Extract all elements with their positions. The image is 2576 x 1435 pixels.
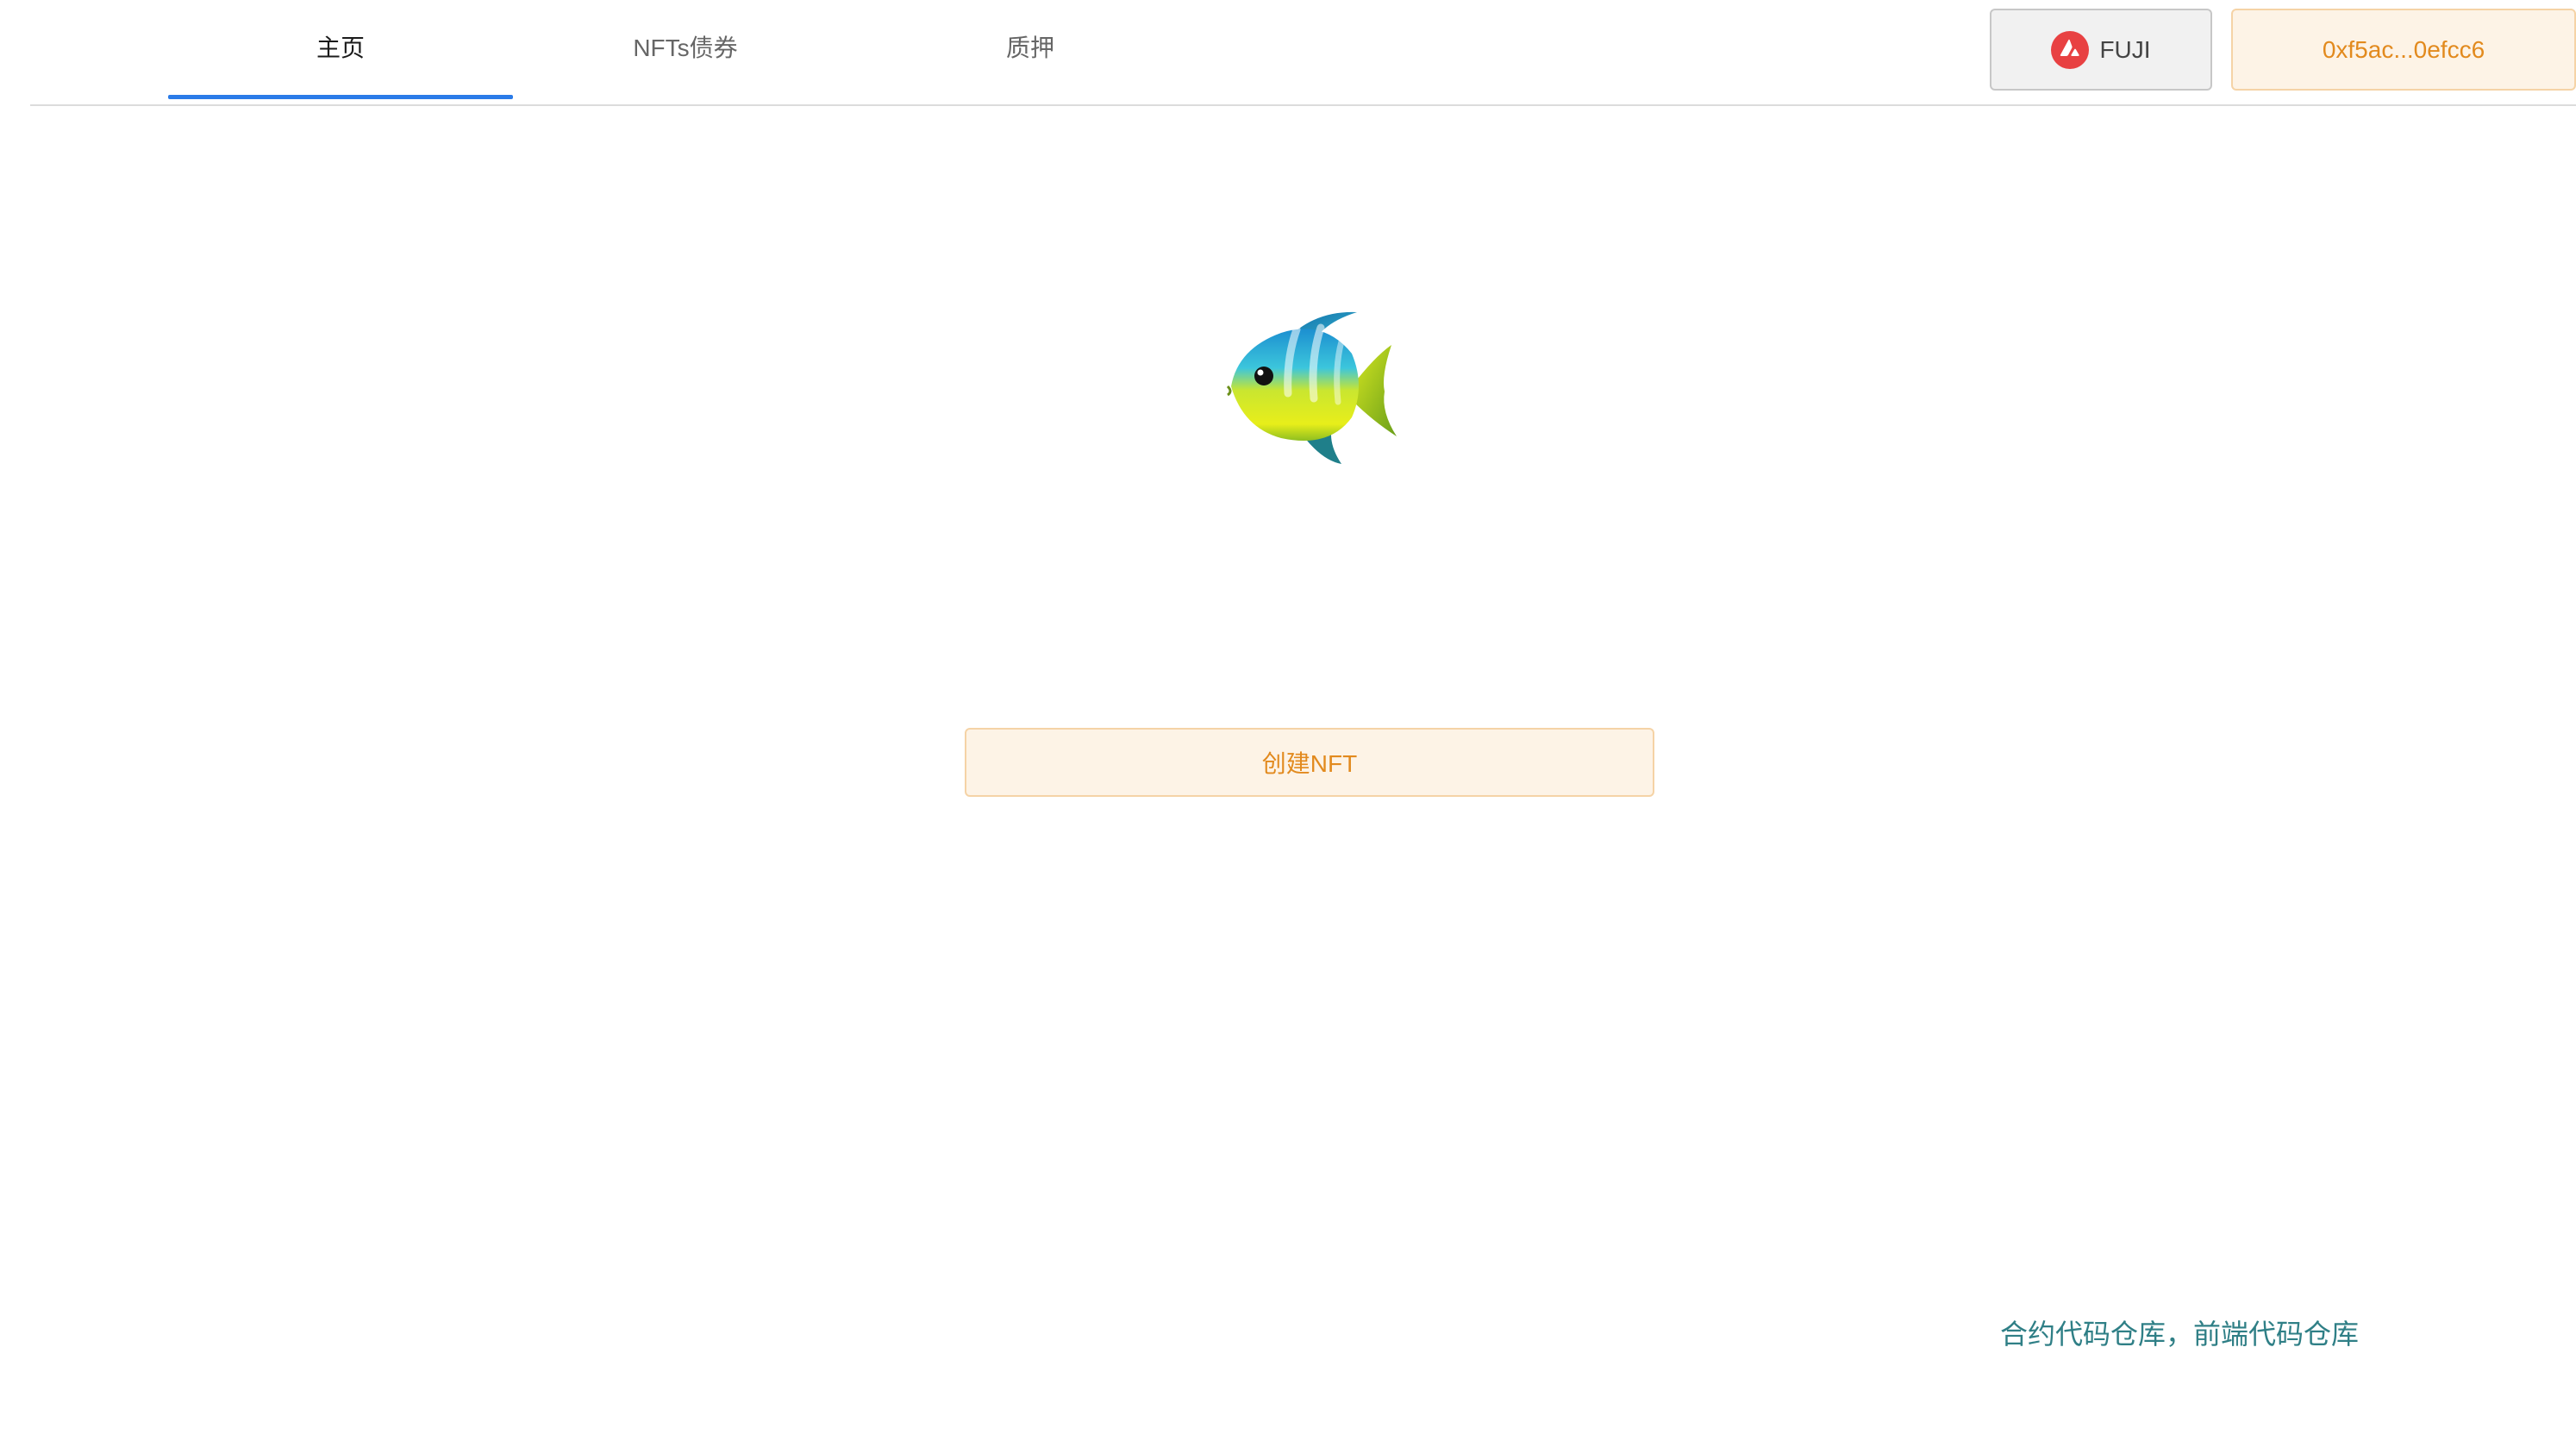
- network-label: FUJI: [2099, 35, 2151, 63]
- wallet-address: 0xf5ac...0efcc6: [2322, 35, 2485, 63]
- avalanche-icon: [2051, 30, 2090, 69]
- tab-home-label: 主页: [316, 34, 365, 61]
- footer-separator: ，: [2166, 1319, 2194, 1350]
- contract-repo-link[interactable]: 合约代码仓库: [2000, 1319, 2166, 1350]
- tab-home[interactable]: 主页: [168, 0, 513, 104]
- frontend-repo-link[interactable]: 前端代码仓库: [2193, 1319, 2359, 1350]
- create-nft-label: 创建NFT: [1261, 750, 1358, 777]
- create-nft-button[interactable]: 创建NFT: [965, 728, 1654, 797]
- page: 主页 NFTs债券 质押 FUJI 0xf5ac...0efcc6 创建NFT …: [0, 0, 2576, 1435]
- network-button[interactable]: FUJI: [1990, 9, 2212, 91]
- tab-nft-bonds[interactable]: NFTs债券: [513, 0, 858, 104]
- wallet-address-button[interactable]: 0xf5ac...0efcc6: [2231, 9, 2576, 91]
- tab-staking[interactable]: 质押: [858, 0, 1203, 104]
- tropical-fish-icon: [1226, 311, 1397, 464]
- nav-tabs: 主页 NFTs债券 质押: [168, 0, 1203, 104]
- tab-staking-label: 质押: [1005, 34, 1054, 61]
- footer-links: 合约代码仓库，前端代码仓库: [2000, 1313, 2359, 1352]
- tab-nft-bonds-label: NFTs债券: [633, 34, 738, 61]
